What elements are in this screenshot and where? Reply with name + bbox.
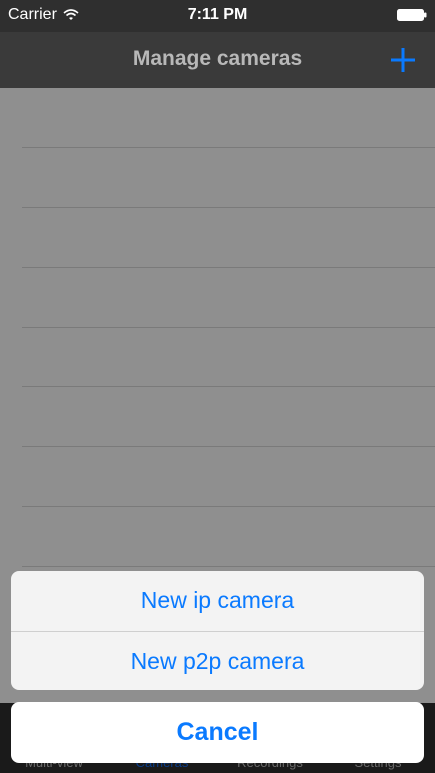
plus-icon [391, 48, 415, 72]
list-item[interactable] [22, 267, 435, 268]
navigation-bar: Manage cameras [0, 32, 435, 88]
new-ip-camera-button[interactable]: New ip camera [11, 571, 424, 630]
list-item[interactable] [22, 566, 435, 567]
page-title: Manage cameras [132, 47, 303, 70]
status-time: 7:11 PM [187, 6, 248, 23]
battery-icon [397, 9, 427, 21]
list-item[interactable] [22, 147, 435, 148]
action-sheet: New ip camera New p2p camera [11, 571, 424, 690]
list-item[interactable] [22, 207, 435, 208]
status-bar: Carrier 7:11 PM [0, 0, 435, 32]
list-item[interactable] [22, 446, 435, 447]
cancel-button[interactable]: Cancel [11, 702, 424, 763]
add-camera-button[interactable] [387, 44, 419, 76]
list-item[interactable] [22, 506, 435, 507]
new-p2p-camera-button[interactable]: New p2p camera [11, 631, 424, 690]
list-item[interactable] [22, 327, 435, 328]
list-item[interactable] [22, 386, 435, 387]
